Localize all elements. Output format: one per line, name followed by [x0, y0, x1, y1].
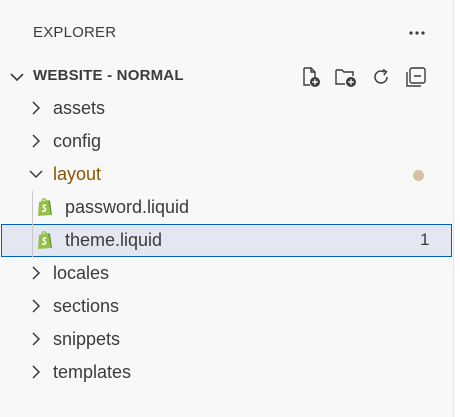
- shopify-liquid-icon: [38, 231, 52, 249]
- explorer-header: EXPLORER: [0, 0, 454, 68]
- chevron-right-icon: [32, 266, 41, 280]
- tree-folder-assets[interactable]: assets: [0, 92, 454, 125]
- tree-file-password-liquid[interactable]: password.liquid: [0, 191, 454, 224]
- file-label: password.liquid: [65, 197, 190, 217]
- collapse-all-icon: [406, 67, 426, 87]
- tree-folder-locales[interactable]: locales: [0, 257, 454, 290]
- indent-guide: [32, 224, 33, 257]
- folder-label: assets: [53, 98, 106, 118]
- tree-folder-config[interactable]: config: [0, 125, 454, 158]
- chevron-down-icon: [29, 170, 43, 179]
- file-label: theme.liquid: [65, 230, 163, 250]
- refresh-icon: [374, 68, 388, 84]
- chevron-right-icon: [32, 134, 41, 148]
- new-file-icon: [303, 67, 320, 87]
- more-actions-button[interactable]: [405, 22, 429, 44]
- file-tree: assets config layout password.liquid the…: [0, 92, 454, 389]
- chevron-right-icon: [32, 299, 41, 313]
- folder-label: config: [53, 131, 102, 151]
- problem-count-badge: 1: [420, 230, 430, 249]
- tree-folder-snippets[interactable]: snippets: [0, 323, 454, 356]
- collapse-all-button[interactable]: [404, 65, 428, 89]
- chevron-right-icon: [32, 101, 41, 115]
- chevron-right-icon: [32, 365, 41, 379]
- tree-folder-sections[interactable]: sections: [0, 290, 454, 323]
- indent-guide: [32, 191, 33, 224]
- chevron-down-icon: [10, 73, 24, 82]
- tree-folder-templates[interactable]: templates: [0, 356, 454, 389]
- folder-label: locales: [53, 263, 110, 283]
- tree-folder-layout[interactable]: layout: [0, 158, 454, 191]
- folder-label: templates: [53, 362, 132, 382]
- folder-label: sections: [53, 296, 120, 316]
- explorer-title: EXPLORER: [33, 24, 117, 41]
- new-folder-icon: [335, 69, 356, 87]
- editor-edge: [454, 0, 460, 417]
- tree-file-theme-liquid[interactable]: theme.liquid 1: [1, 224, 452, 257]
- ellipsis-icon: [409, 31, 425, 35]
- workspace-section-header[interactable]: WEBSITE - NORMAL: [0, 60, 454, 92]
- chevron-right-icon: [32, 332, 41, 346]
- explorer-panel: EXPLORER WEBSITE - NORMAL assets config …: [0, 0, 454, 417]
- workspace-title: WEBSITE - NORMAL: [33, 67, 184, 84]
- refresh-button[interactable]: [369, 65, 393, 89]
- new-file-button[interactable]: [299, 65, 323, 89]
- shopify-liquid-icon: [38, 198, 52, 216]
- new-folder-button[interactable]: [334, 65, 358, 89]
- folder-label: layout: [53, 164, 102, 184]
- modified-indicator-dot: [413, 170, 424, 181]
- folder-label: snippets: [53, 329, 121, 349]
